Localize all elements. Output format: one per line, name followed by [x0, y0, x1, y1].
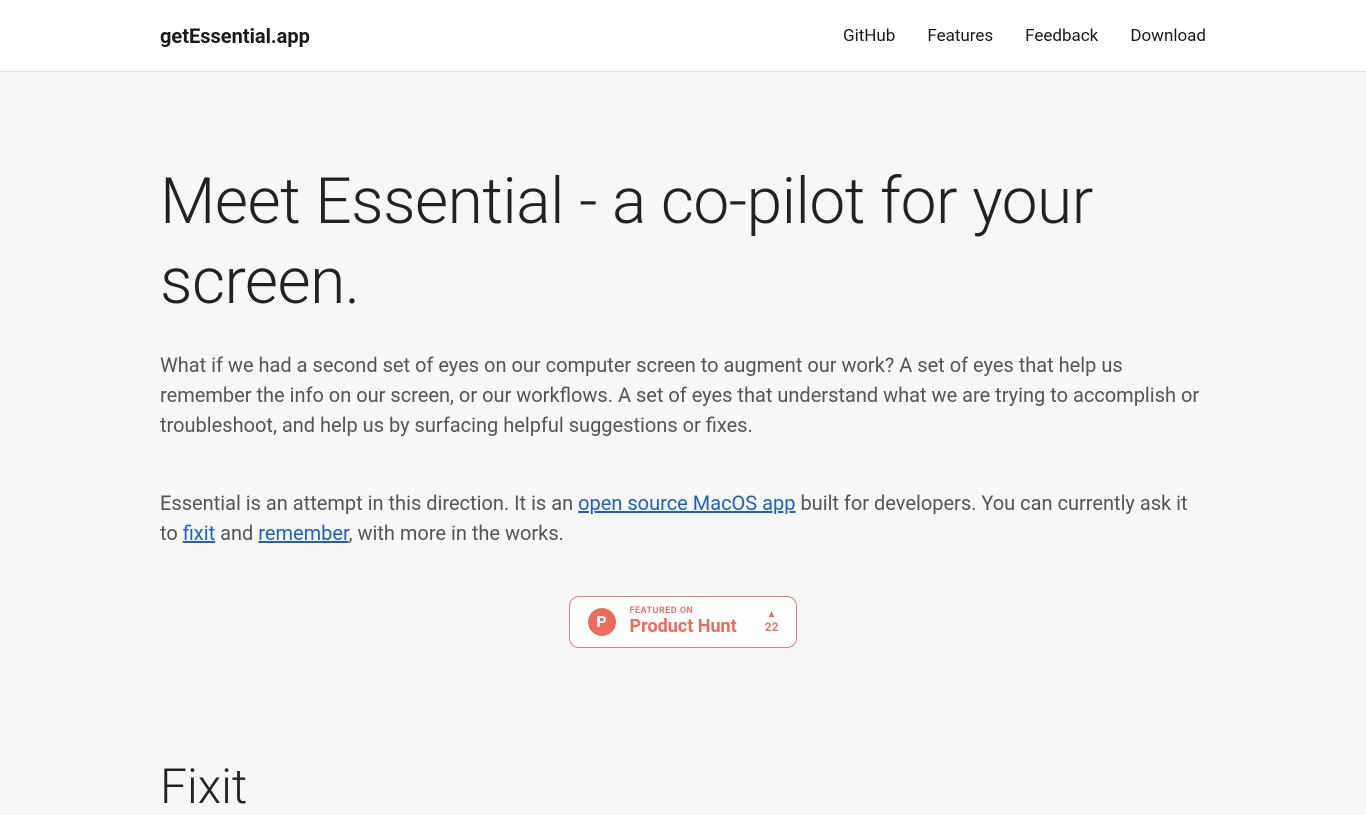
hero-title: Meet Essential - a co-pilot for your scr… [160, 162, 1206, 322]
header: getEssential.app GitHub Features Feedbac… [0, 0, 1366, 72]
hero-p2-text: Essential is an attempt in this directio… [160, 491, 578, 515]
main-nav: GitHub Features Feedback Download [843, 26, 1206, 46]
product-hunt-badge[interactable]: P FEATURED ON Product Hunt ▲ 22 [569, 596, 798, 648]
hero-paragraph-1: What if we had a second set of eyes on o… [160, 350, 1206, 440]
upvote-icon: ▲ [767, 609, 777, 620]
nav-features[interactable]: Features [927, 26, 993, 46]
hero-p2-text: , with more in the works. [349, 521, 564, 545]
logo[interactable]: getEssential.app [160, 24, 310, 48]
product-hunt-icon: P [588, 608, 616, 636]
product-hunt-wrap: P FEATURED ON Product Hunt ▲ 22 [160, 596, 1206, 648]
product-hunt-text: FEATURED ON Product Hunt [630, 607, 737, 637]
upvote-count: 22 [765, 620, 779, 634]
link-fixit[interactable]: fixit [183, 521, 215, 545]
main-content: Meet Essential - a co-pilot for your scr… [0, 72, 1366, 815]
product-hunt-votes: ▲ 22 [765, 609, 779, 634]
product-hunt-name: Product Hunt [630, 617, 737, 637]
nav-download[interactable]: Download [1130, 26, 1206, 46]
link-remember[interactable]: remember [258, 521, 348, 545]
nav-github[interactable]: GitHub [843, 26, 895, 46]
link-open-source[interactable]: open source MacOS app [578, 491, 795, 515]
nav-feedback[interactable]: Feedback [1025, 26, 1098, 46]
section-fixit-title: Fixit [160, 758, 1206, 815]
hero-p2-text: and [215, 521, 258, 545]
hero-paragraph-2: Essential is an attempt in this directio… [160, 488, 1206, 548]
